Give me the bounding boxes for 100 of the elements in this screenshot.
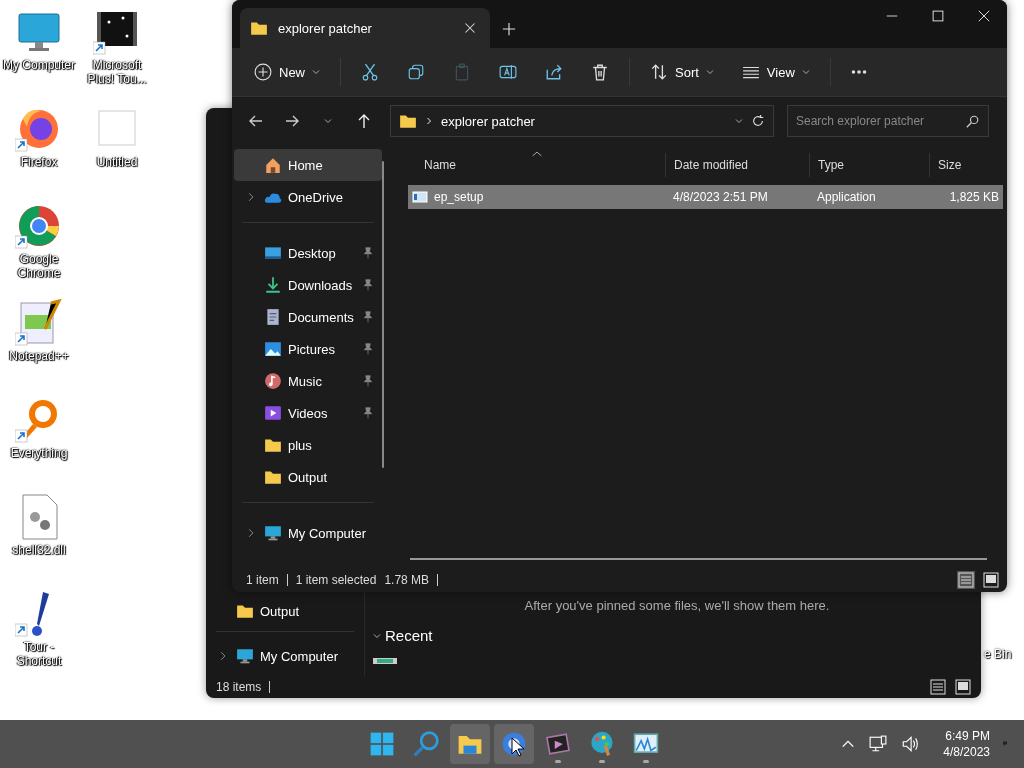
video-icon: [264, 404, 282, 422]
close-icon: [978, 10, 990, 22]
picture-icon: [264, 340, 282, 358]
table-cell-text: 4/8/2023 2:51 PM: [672, 190, 769, 204]
close-icon: [464, 22, 476, 34]
tiles-view-icon: [955, 679, 971, 695]
desktop-icon-label[interactable]: shell32.dll: [1, 543, 77, 557]
column-header[interactable]: Name: [408, 153, 665, 177]
nav-item[interactable]: My Computer: [234, 517, 382, 549]
plus-icon: [502, 22, 516, 36]
sort-button[interactable]: Sort: [638, 55, 726, 89]
desktop-icon-label[interactable]: Microsoft Plus! Tou...: [79, 58, 155, 86]
music-icon: [264, 372, 282, 390]
sort-icon: [650, 63, 668, 81]
nav-item[interactable]: My Computer: [206, 640, 345, 672]
document-icon: [264, 308, 282, 326]
windows-logo-icon: [369, 731, 395, 757]
column-header[interactable]: Size: [929, 153, 1003, 177]
clock-time: 6:49 PM: [945, 728, 990, 744]
chevron-down-icon: [735, 117, 743, 125]
pointer-icon: [511, 737, 525, 757]
item-count: 18 items: [216, 680, 262, 694]
selection-size: 1.78 MB: [384, 573, 430, 587]
desktop-icon-label[interactable]: Notepad++: [1, 349, 77, 363]
up-arrow-icon: [356, 113, 372, 129]
desktop-icon-label[interactable]: Tour - Shortcut: [1, 640, 77, 668]
trash-icon: [591, 63, 609, 81]
pin-icon: [362, 407, 374, 419]
desktop-icon-label[interactable]: Google Chrome: [1, 252, 77, 280]
address-bar[interactable]: explorer patcher: [390, 105, 774, 137]
application-icon: [412, 189, 428, 205]
desktop-icon: [264, 244, 282, 262]
nav-item[interactable]: Output: [206, 595, 306, 627]
back-arrow-icon: [248, 113, 264, 129]
nav-item[interactable]: Music: [234, 365, 382, 397]
desktop-icon-label[interactable]: Untitled: [79, 155, 155, 169]
folder-icon: [264, 468, 282, 486]
more-icon: [850, 70, 867, 74]
file-row[interactable]: ep_setup 4/8/2023 2:51 PM Application 1,825 KB: [408, 185, 1003, 209]
notepad-app-icon[interactable]: [15, 299, 63, 347]
column-header[interactable]: Type: [809, 153, 929, 177]
paste-icon: [453, 63, 471, 81]
pin-icon: [362, 311, 374, 323]
breadcrumb-chevron-icon: [425, 117, 433, 125]
refresh-icon: [751, 114, 765, 128]
nav-item[interactable]: Videos: [234, 397, 382, 429]
nav-item[interactable]: plus: [234, 429, 382, 461]
computer-icon: [264, 524, 282, 542]
desktop-icon-label[interactable]: Firefox: [1, 155, 77, 169]
nav-item[interactable]: Desktop: [234, 237, 382, 269]
desktop-icon-label[interactable]: Everything: [1, 446, 77, 460]
column-header[interactable]: Date modified: [665, 153, 809, 177]
search-icon: [413, 731, 439, 757]
list-view-icon: [958, 572, 974, 588]
sort-caret-icon: [532, 151, 542, 157]
item-count: 1 item: [246, 573, 279, 587]
palette-icon: [589, 731, 615, 757]
empty-message: After you've pinned some files, we'll show them here.: [523, 598, 831, 613]
pin-icon: [362, 375, 374, 387]
nav-item[interactable]: Documents: [234, 301, 382, 333]
file-name: ep_setup: [434, 190, 484, 204]
forward-arrow-icon: [284, 113, 300, 129]
plus-circle-icon: [254, 63, 272, 81]
network-icon: [869, 735, 888, 753]
table-cell-text: 1,825 KB: [948, 190, 1000, 204]
chevron-down-icon: [705, 68, 714, 76]
volume-icon: [901, 735, 920, 753]
folder-icon: [236, 602, 254, 620]
desktop-icon-label[interactable]: e Bin: [984, 647, 1012, 661]
nav-item[interactable]: Home: [234, 149, 382, 181]
rename-icon: [499, 63, 517, 81]
film-icon: [545, 731, 571, 757]
expand-chevron-icon: [218, 651, 228, 661]
chevron-down-icon: [801, 68, 810, 76]
section-header[interactable]: Recent: [373, 627, 433, 644]
table-cell-text: Application: [816, 190, 877, 204]
nav-item[interactable]: Output: [234, 461, 382, 493]
window-tab[interactable]: explorer patcher: [240, 8, 490, 48]
details-view-icon[interactable]: [929, 678, 947, 696]
nav-item[interactable]: Downloads: [234, 269, 382, 301]
notification-icon: [1002, 740, 1010, 748]
nav-item[interactable]: Pictures: [234, 333, 382, 365]
new-button[interactable]: New: [242, 55, 332, 89]
pin-icon: [362, 279, 374, 291]
desktop-icon-label[interactable]: My Computer: [1, 58, 77, 72]
search-field[interactable]: Search explorer patcher: [787, 105, 989, 137]
maximize-icon: [932, 10, 944, 22]
list-view-icon: [930, 679, 946, 695]
details-view-button[interactable]: [957, 571, 975, 589]
computer-icon: [236, 647, 254, 665]
scissors-icon: [361, 63, 379, 81]
selection-status: 1 item selected: [295, 573, 377, 587]
share-icon: [545, 63, 563, 81]
expand-chevron-icon: [246, 192, 256, 202]
taskbar-app-button[interactable]: [494, 724, 534, 764]
chevron-down-icon: [324, 117, 332, 125]
clock[interactable]: 6:49 PM 4/8/2023: [937, 727, 996, 761]
nav-item[interactable]: OneDrive: [234, 181, 382, 213]
chevron-down-icon: [312, 68, 320, 76]
view-button[interactable]: View: [729, 55, 822, 89]
